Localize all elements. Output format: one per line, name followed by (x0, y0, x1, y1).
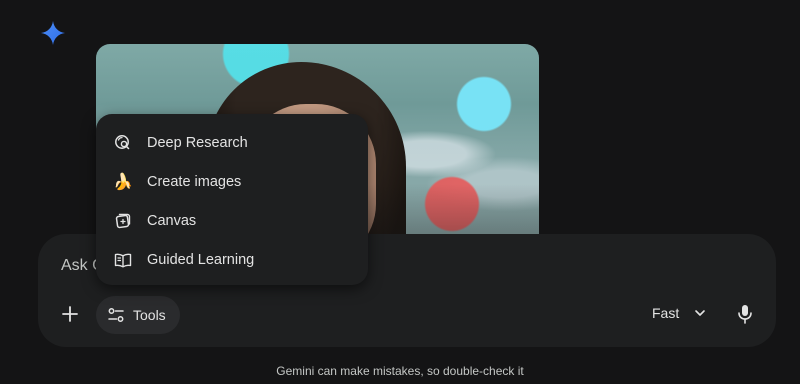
model-label: Fast (652, 305, 680, 321)
add-button[interactable] (58, 302, 82, 326)
tools-icon (107, 306, 125, 324)
deep-research-icon (114, 134, 132, 152)
canvas-icon (114, 212, 132, 230)
menu-item-create-images[interactable]: 🍌 Create images (96, 162, 368, 201)
menu-item-label: Canvas (147, 212, 197, 229)
chevron-down-icon (693, 306, 707, 320)
menu-item-label: Guided Learning (147, 251, 255, 268)
model-selector[interactable]: Fast (652, 305, 707, 321)
menu-item-guided-learning[interactable]: Guided Learning (96, 240, 368, 279)
mic-icon (738, 305, 752, 324)
banana-icon: 🍌 (113, 173, 133, 191)
plus-icon (62, 306, 78, 322)
disclaimer-text: Gemini can make mistakes, so double-chec… (276, 364, 524, 378)
menu-item-canvas[interactable]: Canvas (96, 201, 368, 240)
menu-item-deep-research[interactable]: Deep Research (96, 123, 368, 162)
menu-item-label: Deep Research (147, 134, 248, 151)
gemini-sparkle-icon (40, 20, 66, 46)
gemini-app: Ask G Tools Fast Deep Research 🍌 Create … (0, 0, 800, 384)
tools-button[interactable]: Tools (96, 296, 180, 334)
microphone-button[interactable] (736, 304, 754, 324)
book-icon (114, 251, 132, 269)
tools-menu: Deep Research 🍌 Create images Canvas Gui… (96, 114, 368, 285)
tools-label: Tools (133, 307, 166, 323)
menu-item-label: Create images (147, 173, 242, 190)
